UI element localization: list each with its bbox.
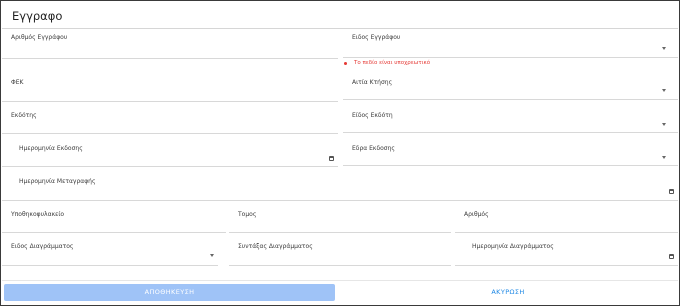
- chevron-down-icon[interactable]: [210, 254, 214, 257]
- field-underline: [455, 265, 678, 266]
- field-underline: [343, 57, 678, 58]
- mortgage-office-label: Υποθηκοφυλακείο: [11, 211, 65, 218]
- save-button[interactable]: ΑΠΟΘΗΚΕΥΣΗ: [4, 284, 335, 301]
- chevron-down-icon[interactable]: [662, 89, 666, 92]
- number-field[interactable]: Αριθμός: [455, 206, 678, 233]
- calendar-icon[interactable]: [329, 156, 334, 161]
- field-underline: [2, 265, 218, 266]
- diagram-date-label: Ημερομηνία Διαγράμματος: [472, 243, 554, 250]
- calendar-icon[interactable]: [669, 254, 674, 259]
- field-underline: [455, 232, 678, 233]
- transfer-date-label: Ημερομηνία Μεταγραφής: [19, 178, 96, 185]
- acquisition-cause-label: Αιτία Κτήσης: [352, 79, 393, 86]
- field-underline: [343, 99, 678, 100]
- error-dot-icon: [344, 62, 347, 65]
- number-label: Αριθμός: [464, 211, 489, 218]
- dialog-header: Εγγραφο: [2, 2, 678, 29]
- publisher-type-select[interactable]: Είδος Εκδότη: [343, 107, 678, 133]
- field-underline: [2, 166, 338, 167]
- document-type-label: Ειδος Εγγράφου: [352, 34, 401, 41]
- footer-divider: [2, 280, 678, 281]
- issue-seat-label: Εδρα Εκδοσης: [352, 145, 395, 152]
- issue-seat-select[interactable]: Εδρα Εκδοσης: [343, 140, 678, 166]
- document-number-field[interactable]: Αριθμός Εγγράφου: [2, 29, 338, 59]
- publisher-type-label: Είδος Εκδότη: [352, 112, 393, 119]
- calendar-icon[interactable]: [669, 189, 674, 194]
- field-underline: [343, 132, 678, 133]
- chevron-down-icon[interactable]: [662, 47, 666, 50]
- issue-date-label: Ημερομηνία Εκδοσης: [19, 145, 83, 152]
- diagram-date-field[interactable]: Ημερομηνία Διαγράμματος: [455, 238, 678, 266]
- diagram-author-label: Συντάξας Διαγράμματος: [238, 243, 313, 250]
- fek-label: ΦΕΚ: [11, 79, 24, 86]
- volume-field[interactable]: Τομος: [229, 206, 451, 233]
- publisher-field[interactable]: Εκδότης: [2, 107, 338, 134]
- field-underline: [2, 133, 338, 134]
- volume-label: Τομος: [238, 211, 257, 218]
- field-underline: [2, 232, 226, 233]
- issue-date-field[interactable]: Ημερομηνία Εκδοσης: [2, 140, 338, 167]
- cancel-button[interactable]: ΑΚΥΡΩΣΗ: [341, 284, 675, 301]
- document-type-select[interactable]: Ειδος Εγγράφου: [343, 29, 678, 58]
- acquisition-cause-select[interactable]: Αιτία Κτήσης: [343, 74, 678, 100]
- document-dialog: Εγγραφο Αριθμός Εγγράφου Ειδος Εγγράφου …: [0, 0, 680, 306]
- dialog-title: Εγγραφο: [12, 9, 63, 23]
- mortgage-office-field[interactable]: Υποθηκοφυλακείο: [2, 206, 226, 233]
- document-number-label: Αριθμός Εγγράφου: [11, 34, 68, 41]
- diagram-type-label: Ειδος Διαγράμματος: [11, 243, 74, 250]
- fek-field[interactable]: ΦΕΚ: [2, 74, 338, 102]
- document-type-error: Το πεδίο είναι υποχρεωτικό: [354, 60, 431, 66]
- diagram-author-field[interactable]: Συντάξας Διαγράμματος: [229, 238, 451, 266]
- transfer-date-field[interactable]: Ημερομηνία Μεταγραφής: [2, 173, 678, 201]
- diagram-type-select[interactable]: Ειδος Διαγράμματος: [2, 238, 218, 266]
- field-underline: [2, 200, 678, 201]
- field-underline: [229, 265, 451, 266]
- publisher-label: Εκδότης: [11, 112, 37, 119]
- chevron-down-icon[interactable]: [662, 123, 666, 126]
- field-underline: [2, 101, 338, 102]
- field-underline: [229, 232, 451, 233]
- field-underline: [343, 165, 678, 166]
- chevron-down-icon[interactable]: [662, 156, 666, 159]
- field-underline: [2, 58, 338, 59]
